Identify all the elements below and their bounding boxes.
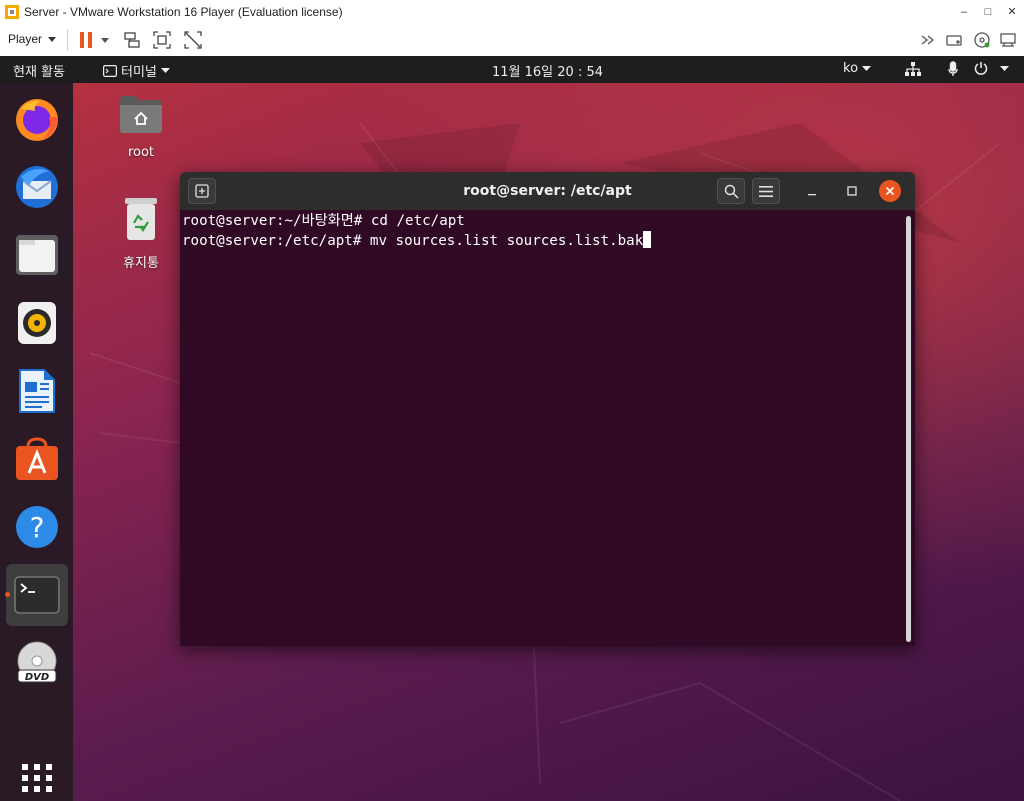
terminal-header-bar: root@server: /etc/apt	[180, 172, 915, 210]
network-adapter-icon	[1000, 33, 1016, 47]
terminal-maximize-button[interactable]	[839, 178, 865, 204]
pause-icon	[80, 32, 92, 48]
desktop-icon-label: root	[127, 145, 155, 160]
terminal-line-current: root@server:/etc/apt# mv sources.list so…	[182, 231, 897, 251]
maximize-button[interactable]: □	[976, 0, 1000, 23]
cd-drive-button[interactable]	[970, 28, 994, 52]
language-label: ko	[843, 61, 859, 76]
firefox-icon	[16, 99, 58, 141]
input-method-button[interactable]: ko	[843, 61, 872, 76]
fast-forward-button[interactable]	[916, 28, 940, 52]
toolbar-divider	[67, 29, 68, 51]
unity-mode-button[interactable]	[181, 28, 205, 52]
dock-help[interactable]: ?	[6, 496, 68, 558]
dvd-icon: DVD	[17, 641, 57, 683]
close-button[interactable]: ✕	[1000, 0, 1024, 23]
microphone-icon	[948, 61, 958, 76]
hamburger-menu-button[interactable]	[752, 178, 780, 204]
dock-terminal[interactable]	[6, 564, 68, 626]
double-chevron-right-icon	[921, 35, 935, 45]
clock-label: 11월 16일 20 : 54	[492, 65, 603, 80]
help-icon: ?	[16, 506, 58, 548]
trash-icon	[125, 198, 157, 240]
rhythmbox-icon	[18, 302, 56, 344]
vmware-player-logo-icon	[5, 4, 19, 19]
chevron-down-icon	[48, 36, 57, 42]
files-icon	[16, 235, 58, 275]
dock-ubuntu-software[interactable]	[6, 428, 68, 490]
terminal-icon	[14, 576, 60, 614]
network-adapter-button[interactable]	[996, 28, 1020, 52]
home-folder-icon	[120, 96, 162, 133]
ubuntu-dock: ? DVD	[0, 83, 73, 801]
terminal-output[interactable]: root@server:~/바탕화면# cd /etc/apt root@ser…	[182, 212, 897, 642]
text-cursor	[643, 231, 652, 248]
minimize-button[interactable]: –	[952, 0, 976, 23]
app-menu-button[interactable]: 터미널	[103, 61, 170, 80]
clock-button[interactable]: 11월 16일 20 : 54	[492, 61, 603, 80]
dock-rhythmbox[interactable]	[6, 292, 68, 354]
terminal-line-text: root@server:/etc/apt# mv sources.list so…	[182, 233, 644, 249]
close-icon	[885, 186, 895, 196]
search-icon	[724, 184, 739, 199]
show-applications-button[interactable]	[6, 755, 68, 801]
terminal-window: root@server: /etc/apt root@server:~/바탕화면…	[180, 172, 915, 646]
wired-network-icon	[905, 62, 921, 76]
fullscreen-button[interactable]	[150, 28, 174, 52]
chevron-down-icon	[1000, 65, 1009, 71]
dock-firefox[interactable]	[6, 88, 68, 150]
maximize-icon	[847, 186, 857, 196]
hard-disk-button[interactable]	[942, 28, 966, 52]
dock-libreoffice-writer[interactable]	[6, 360, 68, 422]
search-button[interactable]	[717, 178, 745, 204]
svg-text:?: ?	[30, 511, 45, 544]
desktop-icon-root[interactable]: root	[111, 93, 171, 160]
send-ctrl-alt-del-button[interactable]	[120, 28, 144, 52]
network-status-button[interactable]	[905, 62, 921, 76]
fullscreen-icon	[153, 31, 171, 49]
desktop-icon-trash[interactable]: 휴지통	[111, 196, 171, 271]
power-icon	[974, 62, 988, 75]
app-menu-label: 터미널	[121, 65, 157, 80]
vmware-title-bar: Server - VMware Workstation 16 Player (E…	[0, 0, 1024, 23]
player-menu[interactable]: Player	[8, 32, 57, 46]
ubuntu-top-bar: 현재 활동 터미널 11월 16일 20 : 54 ko	[0, 56, 1024, 83]
terminal-minimize-button[interactable]	[799, 178, 825, 204]
terminal-close-button[interactable]	[879, 180, 901, 202]
terminal-app-icon	[103, 64, 117, 77]
network-devices-icon	[124, 32, 140, 48]
chevron-down-icon	[160, 68, 170, 73]
system-menu-button[interactable]	[974, 61, 1009, 75]
running-indicator	[5, 592, 10, 597]
chevron-down-icon	[101, 37, 109, 43]
vmware-toolbar: Player	[0, 23, 1024, 57]
chevron-down-icon	[862, 66, 872, 71]
player-menu-label: Player	[8, 32, 43, 46]
hard-disk-icon	[946, 35, 962, 46]
terminal-scrollbar[interactable]	[906, 216, 911, 642]
svg-text:DVD: DVD	[25, 672, 49, 683]
minimize-icon	[808, 194, 816, 196]
terminal-line: root@server:~/바탕화면# cd /etc/apt	[182, 213, 465, 229]
ubuntu-software-icon	[16, 437, 58, 480]
cd-drive-icon	[974, 32, 990, 48]
dock-files[interactable]	[6, 224, 68, 286]
dock-dvd[interactable]: DVD	[6, 632, 68, 694]
unity-mode-icon	[184, 31, 202, 49]
microphone-status-button[interactable]	[948, 61, 958, 77]
activities-label: 현재 활동	[13, 65, 65, 80]
pause-dropdown-button[interactable]	[98, 28, 112, 52]
window-title: Server - VMware Workstation 16 Player (E…	[24, 4, 343, 19]
desktop-icon-label: 휴지통	[123, 256, 159, 271]
pause-button[interactable]	[75, 28, 99, 52]
libreoffice-writer-icon	[19, 369, 55, 413]
hamburger-menu-icon	[759, 185, 773, 197]
activities-button[interactable]: 현재 활동	[13, 61, 65, 80]
thunderbird-icon	[16, 166, 58, 208]
show-applications-icon	[22, 764, 52, 792]
dock-thunderbird[interactable]	[6, 156, 68, 218]
